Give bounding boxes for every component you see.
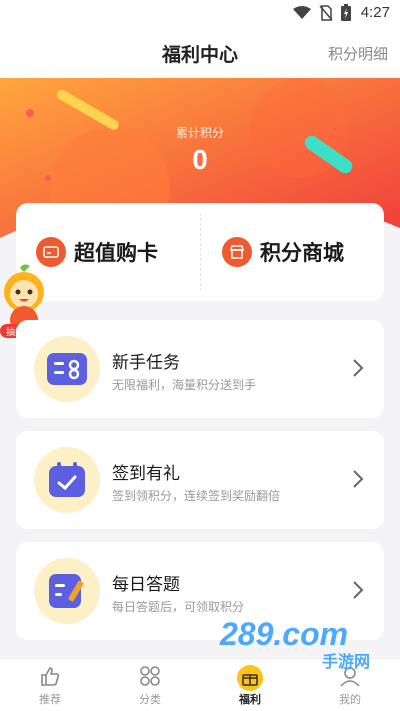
points-mall-button[interactable]: 积分商城 (222, 203, 344, 301)
tab-label: 我的 (339, 693, 361, 706)
buy-card-button[interactable]: 超值购卡 (36, 203, 158, 301)
quiz-edit-icon (34, 558, 100, 624)
store-icon (222, 237, 252, 267)
task-title: 签到有礼 (112, 464, 180, 484)
tab-recommend[interactable]: 推荐 (0, 659, 100, 711)
task-card-signin[interactable]: 签到有礼 签到领积分，连续签到奖励翻倍 (16, 431, 384, 529)
task-title: 新手任务 (112, 353, 180, 373)
points-value: 0 (192, 144, 208, 175)
chevron-right-icon (353, 470, 364, 488)
chevron-right-icon (353, 359, 364, 377)
chevron-right-icon (353, 581, 364, 599)
task-list-icon (34, 336, 100, 402)
wifi-icon (292, 5, 311, 19)
task-title: 每日答题 (112, 575, 180, 595)
points-mall-label: 积分商城 (260, 241, 344, 265)
task-card-newbie[interactable]: 新手任务 无限福利，海量积分送到手 (16, 320, 384, 418)
no-sim-icon (319, 4, 333, 21)
card-divider (200, 213, 201, 291)
tab-category[interactable]: 分类 (100, 659, 200, 711)
points-detail-link[interactable]: 积分明细 (328, 43, 388, 64)
status-time: 4:27 (360, 4, 390, 21)
calendar-check-icon (34, 447, 100, 513)
points-label: 累计积分 (175, 126, 224, 140)
status-bar: 4:27 (0, 0, 400, 28)
header: 福利中心 积分明细 (0, 28, 400, 78)
watermark-logo: 289.com 手游网 (219, 616, 370, 671)
tab-label: 分类 (139, 693, 161, 706)
svg-text:手游网: 手游网 (322, 652, 370, 671)
shortcut-card: 超值购卡 积分商城 (16, 203, 384, 301)
grid-icon (140, 666, 160, 686)
buy-card-label: 超值购卡 (74, 241, 158, 265)
task-subtitle: 签到领积分，连续签到奖励翻倍 (112, 489, 281, 503)
thumbs-up-icon (41, 667, 60, 686)
battery-charging-icon (340, 4, 351, 21)
svg-text:289.com: 289.com (219, 616, 348, 652)
tab-label: 福利 (239, 693, 261, 706)
tab-label: 推荐 (39, 693, 61, 706)
task-subtitle: 无限福利，海量积分送到手 (112, 378, 257, 392)
